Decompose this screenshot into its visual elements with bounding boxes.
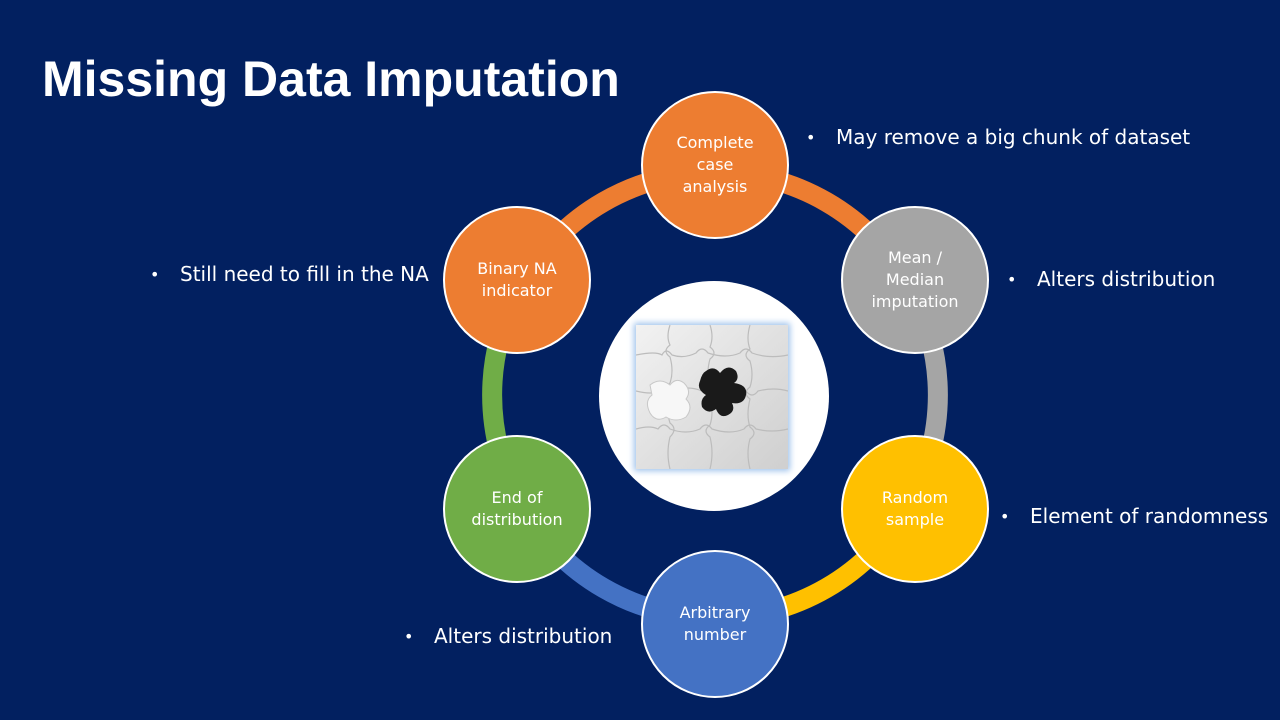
node-arbitrary-number: Arbitrary number [641, 550, 789, 698]
note-text: Alters distribution [1037, 267, 1216, 291]
puzzle-icon [636, 325, 788, 469]
note-binary-na: • Still need to fill in the NA [150, 262, 429, 286]
node-binary-na: Binary NA indicator [443, 206, 591, 354]
note-text: May remove a big chunk of dataset [836, 125, 1191, 149]
note-text: Still need to fill in the NA [180, 262, 429, 286]
note-mean-median: • Alters distribution [1007, 267, 1215, 291]
bullet: • [1000, 506, 1010, 526]
bullet: • [404, 626, 414, 646]
bullet: • [1007, 269, 1017, 289]
note-random-sample: • Element of randomness [1000, 504, 1268, 528]
bullet: • [806, 127, 816, 147]
slide: Missing Data Imputation Complete case an… [0, 0, 1280, 720]
node-mean-median: Mean / Median imputation [841, 206, 989, 354]
note-complete-case: • May remove a big chunk of dataset [806, 125, 1190, 149]
node-complete-case: Complete case analysis [641, 91, 789, 239]
node-random-sample: Random sample [841, 435, 989, 583]
note-text: Alters distribution [434, 624, 613, 648]
note-arbitrary-number: • Alters distribution [404, 624, 612, 648]
note-text: Element of randomness [1030, 504, 1269, 528]
bullet: • [150, 264, 160, 284]
node-end-of-distribution: End of distribution [443, 435, 591, 583]
